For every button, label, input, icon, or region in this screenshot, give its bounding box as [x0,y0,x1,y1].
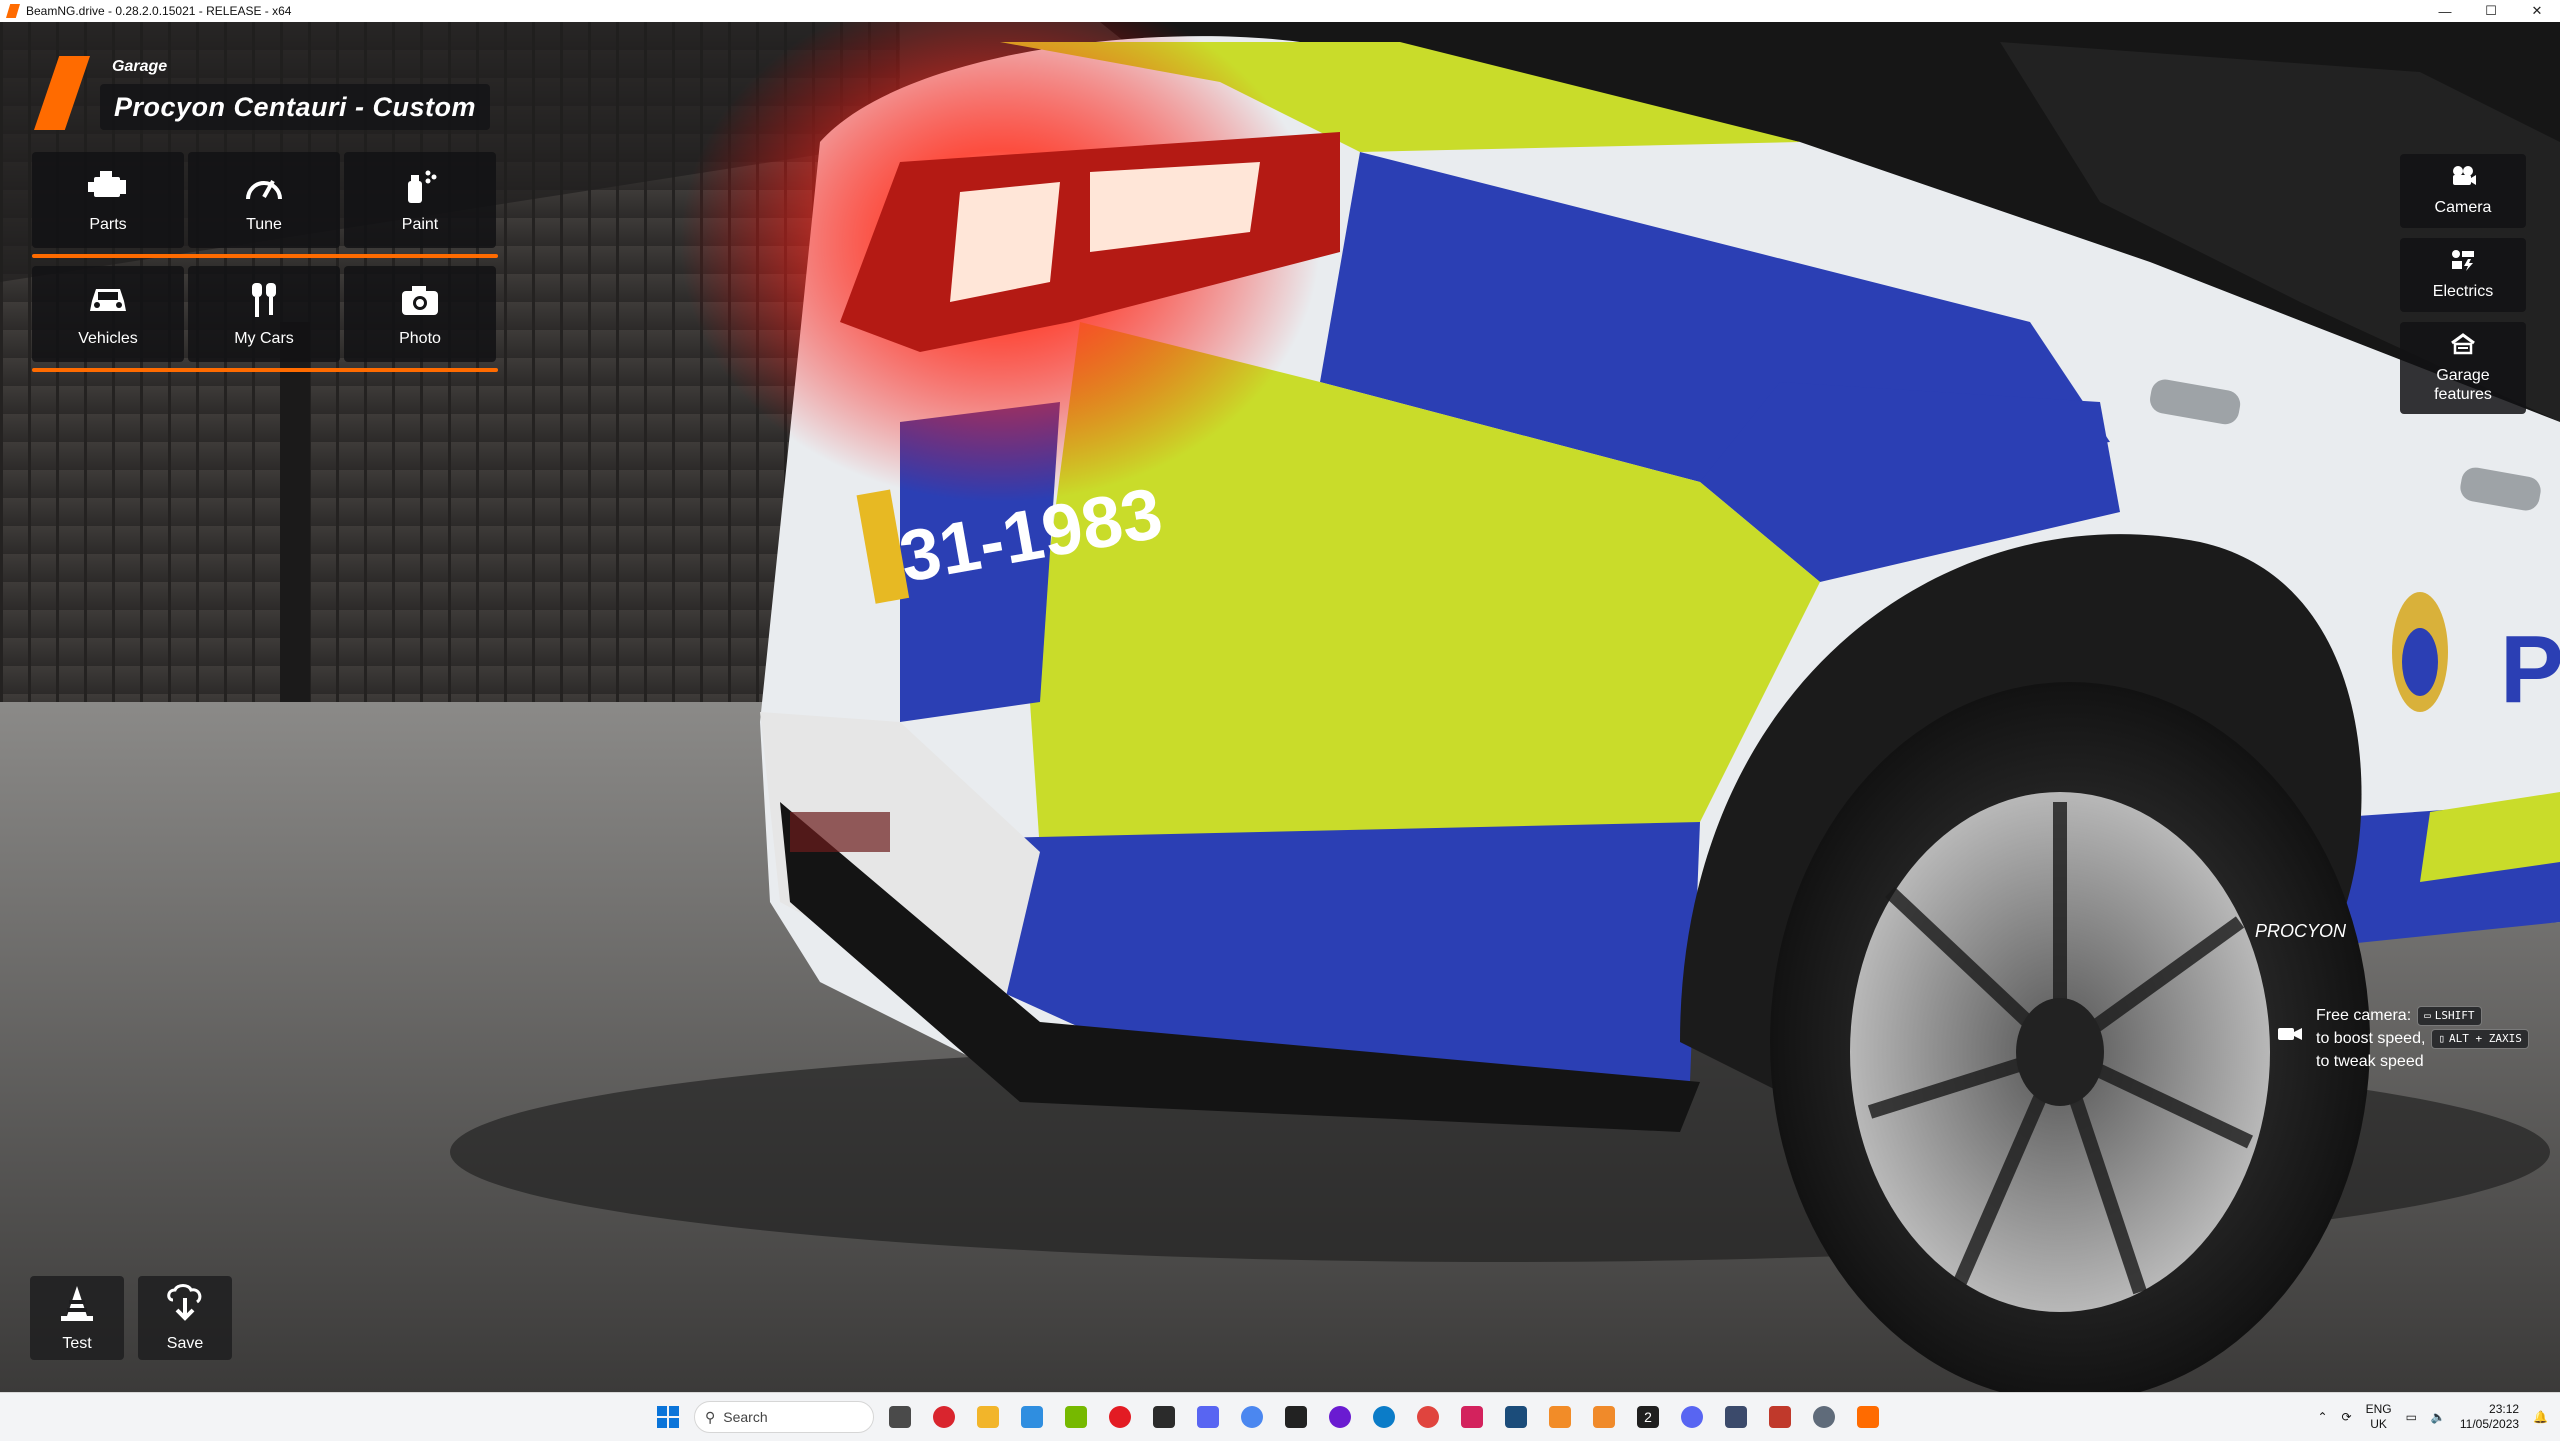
window-title: BeamNG.drive - 0.28.2.0.15021 - RELEASE … [26,4,292,18]
obs-icon[interactable] [1322,1399,1358,1435]
app-two-icon[interactable]: 2 [1630,1399,1666,1435]
task-view-icon[interactable] [882,1399,918,1435]
garage-features-label-line2: features [2434,385,2492,403]
app-grid-icon[interactable] [1762,1399,1798,1435]
search-placeholder: Search [723,1409,768,1425]
steam-icon[interactable] [1498,1399,1534,1435]
taskbar-apps: ⚲ Search 2 [650,1399,1886,1435]
garage-main-menu: Parts Tune Paint Vehicles My Cars Photo [32,152,498,380]
spray-can-icon [398,166,442,206]
traffic-cone-icon [57,1284,97,1329]
mouse-icon: ▯ [2438,1032,2446,1045]
system-tray: ⌃ ⟳ ENG UK ▭ 🔈 23:12 11/05/2023 🔔 [2317,1393,2548,1441]
beamng-app-icon [6,4,20,18]
app-orange2-icon[interactable] [1586,1399,1622,1435]
paint-label: Paint [401,216,439,233]
garage-section-label: Garage [112,58,168,75]
taskbar-search-box[interactable]: ⚲ Search [694,1401,874,1433]
electrics-side-button[interactable]: Electrics [2400,238,2526,312]
photo-label: Photo [399,330,441,347]
network-icon[interactable]: ▭ [2406,1410,2417,1424]
app-purple-icon[interactable] [1190,1399,1226,1435]
save-button[interactable]: Save [138,1276,232,1360]
electrics-icon [2450,249,2476,276]
sync-icon[interactable]: ⟳ [2342,1410,2352,1424]
notion-icon[interactable] [1146,1399,1182,1435]
vehicle-name-title: Procyon Centauri - Custom [100,84,491,130]
chevron-up-icon[interactable]: ⌃ [2317,1410,2327,1424]
search-icon: ⚲ [705,1408,716,1425]
garage-icon [2450,332,2476,360]
minimize-button[interactable]: — [2422,0,2468,22]
maximize-button[interactable]: ☐ [2468,0,2514,22]
side-brand-text: PROCYON [2255,921,2347,941]
language-indicator[interactable]: ENG UK [2366,1402,2392,1432]
vehicles-button[interactable]: Vehicles [32,266,184,362]
close-button[interactable]: ✕ [2514,0,2560,22]
app-magenta-icon[interactable] [1454,1399,1490,1435]
youtube-music-icon[interactable] [1102,1399,1138,1435]
free-camera-text: Free camera: [2316,1007,2412,1024]
vehicles-label: Vehicles [78,330,138,347]
app-doc-icon[interactable] [1718,1399,1754,1435]
notifications-bell-icon[interactable]: 🔔 [2533,1410,2548,1424]
window-titlebar: BeamNG.drive - 0.28.2.0.15021 - RELEASE … [0,0,2560,22]
garage-features-side-button[interactable]: Garage features [2400,322,2526,414]
store-icon[interactable] [1014,1399,1050,1435]
tweak-speed-text: to tweak speed [2316,1053,2424,1070]
boost-speed-text: to boost speed, [2316,1030,2426,1047]
side-police-text: PO [2500,616,2560,723]
camera-side-button[interactable]: Camera [2400,154,2526,228]
beamng-taskbar-icon[interactable] [1850,1399,1886,1435]
chrome-icon[interactable] [1234,1399,1270,1435]
engine-icon [86,166,130,206]
my-cars-button[interactable]: My Cars [188,266,340,362]
app-orange-icon[interactable] [1542,1399,1578,1435]
window-controls: — ☐ ✕ [2422,0,2560,22]
app-red-icon[interactable] [1410,1399,1446,1435]
edge-icon[interactable] [1366,1399,1402,1435]
save-download-icon [165,1283,205,1329]
windows-taskbar: ⚲ Search 2 ⌃ ⟳ ENG UK ▭ 🔈 23:12 11/05/20… [0,1392,2560,1441]
menu-accent-divider [32,254,498,258]
tune-label: Tune [246,216,282,233]
windows-start-icon[interactable] [650,1399,686,1435]
settings-gear-icon[interactable] [1806,1399,1842,1435]
discord-icon[interactable] [1674,1399,1710,1435]
lshift-key-hint: ▭ LSHIFT [2417,1005,2482,1026]
paint-button[interactable]: Paint [344,152,496,248]
epic-games-icon[interactable] [1278,1399,1314,1435]
tune-button[interactable]: Tune [188,152,340,248]
garage-features-label-line1: Garage [2436,366,2490,384]
video-camera-icon [2450,165,2476,192]
free-camera-hint: Free camera: ▭ LSHIFT to boost speed, ▯ AL… [2282,1004,2529,1073]
file-explorer-icon[interactable] [970,1399,1006,1435]
save-label: Save [166,1334,204,1352]
camera-side-label: Camera [2434,199,2492,216]
test-label: Test [62,1334,92,1352]
my-cars-label: My Cars [234,330,294,347]
gauge-icon [242,166,286,206]
opera-icon[interactable] [926,1399,962,1435]
alt-zaxis-key-hint: ▯ ALT + ZAXIS [2431,1028,2529,1049]
photo-button[interactable]: Photo [344,266,496,362]
car-icon [86,280,130,320]
electrics-side-label: Electrics [2432,283,2494,300]
volume-icon[interactable]: 🔈 [2431,1410,2446,1424]
camera-icon [398,280,442,320]
parts-button[interactable]: Parts [32,152,184,248]
clock[interactable]: 23:12 11/05/2023 [2460,1402,2519,1432]
test-drive-button[interactable]: Test [30,1276,124,1360]
parts-label: Parts [89,216,127,233]
car-keys-icon [242,280,286,320]
keyboard-icon: ▭ [2424,1009,2431,1022]
nvidia-icon[interactable] [1058,1399,1094,1435]
menu-accent-divider-bottom [32,368,498,372]
